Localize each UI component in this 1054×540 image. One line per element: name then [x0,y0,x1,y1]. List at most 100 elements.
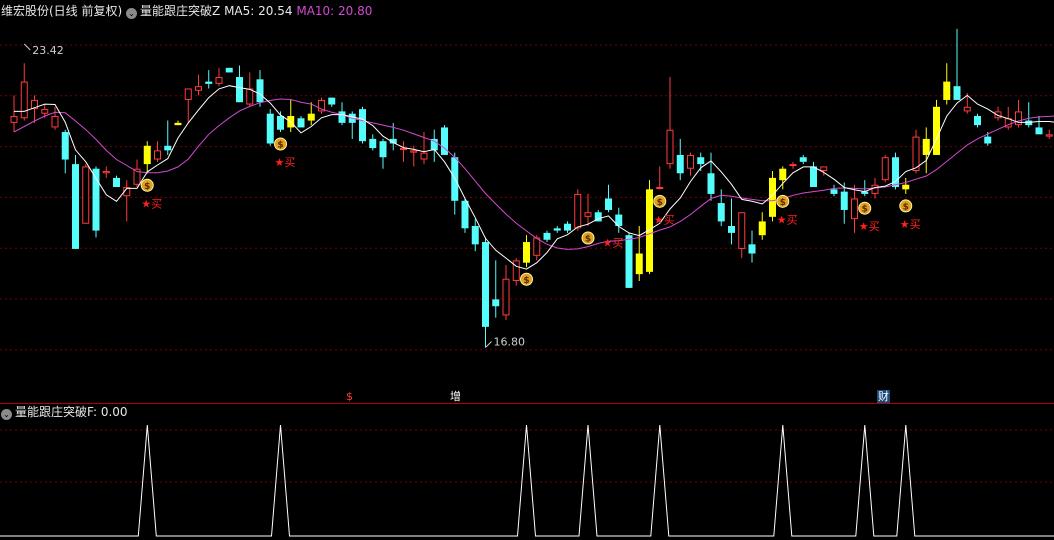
candle-body [738,212,746,249]
candle-body [328,97,336,105]
buy-signal-label: ★买 [141,197,162,210]
candle-body [338,111,346,123]
candle-body [789,164,797,167]
candle-body [656,187,664,190]
sub-indicator-name: 量能跟庄突破F [15,405,93,419]
candle-body [379,141,387,158]
candle [615,207,623,233]
candle-body [830,189,838,194]
candle [738,212,746,259]
candle [20,63,28,121]
candle [512,258,520,286]
candle [430,129,438,162]
candle [574,189,582,231]
candle-body [994,111,1002,119]
candle [1045,129,1053,139]
candle [205,70,213,89]
candle-body [810,166,817,188]
candle-body [933,106,940,155]
candle-body [799,157,807,162]
candle [143,141,151,174]
money-bag-icon: $ [776,194,790,208]
collapse-icon[interactable]: ⌄ [126,8,138,19]
candle [676,138,684,181]
candle [266,109,274,146]
candle [605,184,612,213]
candle [728,198,735,245]
candle [82,164,90,224]
candle-body [471,226,479,245]
candle-body [113,177,120,188]
candle-body [717,203,725,222]
candle [840,182,848,224]
money-bag-icon: $ [140,178,154,192]
money-bag-icon: $ [581,231,595,245]
candle [113,175,120,188]
buy-signal-label: ★买 [603,236,624,249]
candle [184,88,192,123]
money-bag-icon: $ [520,272,533,286]
money-bag-icon: $ [653,194,667,208]
candle [902,177,910,194]
candle [92,166,100,238]
candle-body [82,166,90,224]
candle [974,113,981,128]
candle [51,106,59,130]
candle-body [225,67,233,73]
candle-body [174,122,182,126]
low-price-label: 16.80 [494,335,526,348]
candle [102,166,110,178]
candle-body [943,81,951,100]
candle-body [482,242,489,327]
candle-body [143,145,151,165]
money-bag-symbol: $ [657,198,663,208]
candle-body [912,136,920,171]
candle [236,65,243,103]
candle-body [963,106,971,112]
candle [1025,102,1033,128]
candle [164,120,172,155]
buy-signal-label: ★买 [859,220,880,233]
candle-body [523,242,530,263]
candle [707,152,715,201]
money-bag-symbol: $ [862,205,868,215]
candle-body [553,228,561,231]
candle-body [840,191,848,210]
candle [553,226,561,233]
candle-body [953,86,961,100]
candle [564,221,571,233]
indicator-pulse-line [0,424,1054,537]
candle-body [72,164,79,249]
candle [1015,99,1022,128]
candle [666,77,674,169]
candle-body [359,109,366,142]
candle-body [266,113,274,144]
buy-signal-label: ★买 [900,218,921,231]
candle [523,235,530,268]
money-bag-symbol: $ [903,202,909,212]
candle-body [625,235,633,288]
candle [758,212,766,240]
candle [379,138,387,169]
ma5-value: 20.54 [258,4,293,18]
money-bag-symbol: $ [585,235,591,245]
collapse-icon[interactable]: ⌄ [1,409,12,420]
candle-body [502,278,510,316]
candle-body [564,223,571,231]
candle-body [61,132,69,160]
high-price-label: 23.42 [32,44,64,57]
candle [369,134,377,151]
candle-body [102,170,110,174]
event-marker-dividend[interactable]: $ [346,390,353,403]
event-marker-increase[interactable]: 增 [450,390,461,403]
money-bag-symbol: $ [780,198,786,208]
candle-body [758,221,766,236]
candle [318,97,325,114]
candle [10,95,18,133]
event-marker-finance[interactable]: 财 [877,390,890,403]
candle-body [820,166,828,171]
candle [72,154,79,249]
stock-chart: $ $ $ $ $ $ $ $ ★买 ★买 ★买 ★买 ★买 ★买 ★买 23.42 16.80 [0,28,1054,537]
candle-body [184,88,192,100]
money-bag-icon: $ [899,199,913,213]
